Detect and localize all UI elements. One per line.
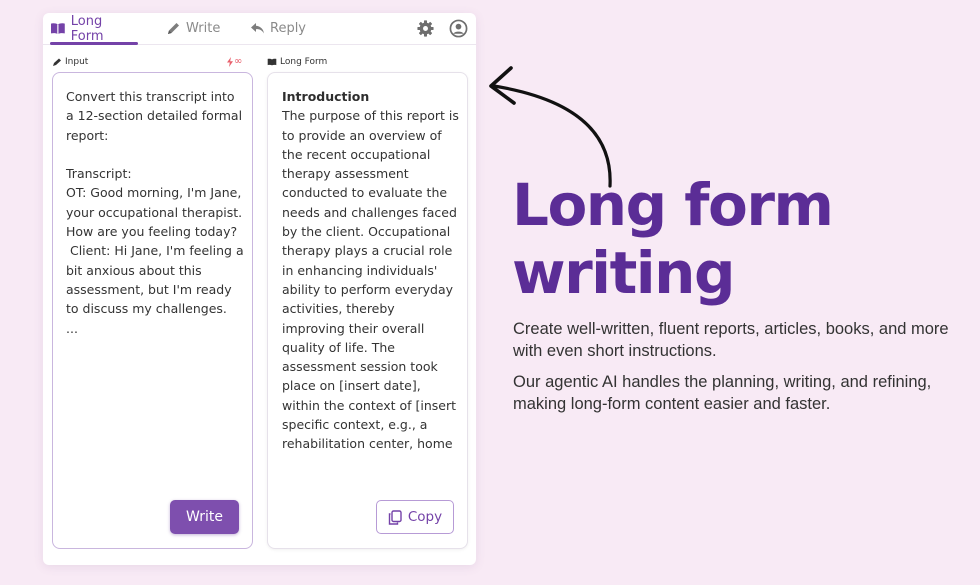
tab-bar: Long Form Write Reply xyxy=(43,13,476,45)
active-tab-indicator xyxy=(50,42,138,45)
book-icon xyxy=(267,58,277,66)
gear-icon[interactable] xyxy=(416,19,435,38)
tab-reply[interactable]: Reply xyxy=(250,13,306,44)
pen-icon xyxy=(53,58,61,66)
tab-write-label: Write xyxy=(186,21,221,36)
copy-icon xyxy=(388,509,402,525)
account-icon[interactable] xyxy=(449,19,468,38)
input-label-text: Input xyxy=(65,57,89,67)
tab-long-form-label: Long Form xyxy=(70,13,104,44)
extension-panel: Long Form Write Reply Input ∞ Long Form … xyxy=(43,13,476,565)
description-secondary: Our agentic AI handles the planning, wri… xyxy=(513,373,932,413)
pencil-icon xyxy=(168,23,179,34)
description-primary: Create well-written, fluent reports, art… xyxy=(513,320,949,360)
book-icon xyxy=(50,23,65,34)
input-text[interactable]: Convert this transcript into a 12-sectio… xyxy=(66,87,244,338)
input-textarea[interactable]: Convert this transcript into a 12-sectio… xyxy=(52,72,253,549)
headline: Long form writing xyxy=(512,171,834,307)
output-panel: Introduction The purpose of this report … xyxy=(267,72,468,549)
write-button[interactable]: Write xyxy=(170,500,239,534)
output-heading: Introduction xyxy=(282,89,370,104)
output-text: The purpose of this report is to provide… xyxy=(282,108,459,452)
copy-button-label: Copy xyxy=(407,509,443,525)
input-section-label: Input xyxy=(52,57,88,67)
tab-write[interactable]: Write xyxy=(166,13,220,44)
tab-reply-label: Reply xyxy=(270,21,307,36)
credits-value: ∞ xyxy=(234,56,243,67)
output-section-label: Long Form xyxy=(267,57,327,67)
copy-button[interactable]: Copy xyxy=(376,500,454,534)
reply-icon xyxy=(251,23,264,34)
bolt-icon xyxy=(227,56,233,67)
output-label-text: Long Form xyxy=(280,57,328,67)
credits-indicator: ∞ xyxy=(226,56,242,67)
tab-long-form[interactable]: Long Form xyxy=(50,13,138,45)
